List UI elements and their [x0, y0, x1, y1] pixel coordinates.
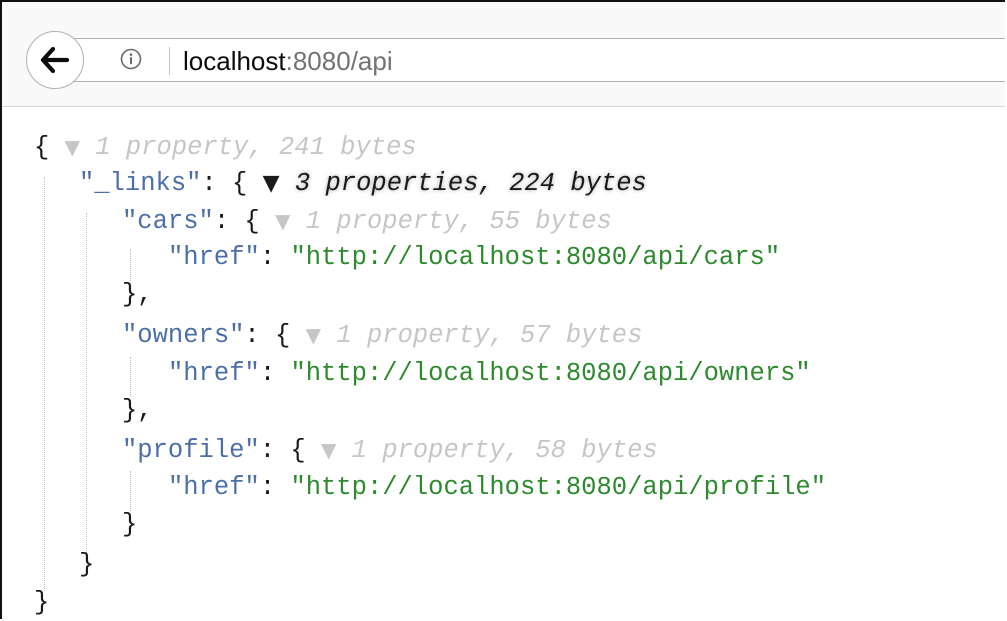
node-meta: 1 property, 58 bytes [351, 436, 658, 465]
indent-guide [44, 177, 45, 591]
punctuation: : [259, 359, 291, 388]
json-key: "owners" [122, 321, 245, 350]
triangle-down-icon[interactable]: ▼ [306, 323, 321, 347]
json-key: "profile" [122, 436, 260, 465]
json-line-root-open: { ▼ 1 property, 241 bytes [34, 129, 417, 165]
json-key: "href" [168, 243, 260, 272]
json-line-root-close: } [34, 585, 49, 619]
triangle-down-icon[interactable]: ▼ [263, 171, 280, 196]
browser-window: localhost:8080/api { ▼ 1 property, 241 b… [0, 0, 1005, 619]
json-line-owners-href: "href": "http://localhost:8080/api/owner… [168, 356, 811, 392]
brace: } [122, 510, 138, 539]
brace: } [79, 550, 95, 579]
triangle-down-icon[interactable]: ▼ [321, 438, 336, 462]
json-string-value[interactable]: "http://localhost:8080/api/owners" [290, 359, 810, 388]
brace: } [34, 588, 50, 617]
json-string-value[interactable]: "http://localhost:8080/api/cars" [290, 243, 780, 272]
json-line-owners[interactable]: "owners": { ▼ 1 property, 57 bytes [122, 317, 642, 353]
node-meta: 3 properties, 224 bytes [294, 169, 647, 198]
brace: }, [122, 396, 153, 425]
node-meta: 1 property, 57 bytes [336, 321, 643, 350]
indent-guide [86, 213, 87, 555]
json-key: "href" [168, 359, 260, 388]
back-button[interactable] [26, 31, 84, 89]
punctuation: : { [213, 207, 260, 236]
json-line-cars[interactable]: "cars": { ▼ 1 property, 55 bytes [122, 203, 612, 239]
json-line-cars-href: "href": "http://localhost:8080/api/cars" [168, 240, 780, 276]
indent-guide [130, 357, 131, 397]
punctuation: : [259, 243, 291, 272]
json-line-owners-close: }, [122, 393, 153, 429]
url-path: :8080/api [285, 46, 393, 76]
indent-guide [130, 471, 131, 511]
punctuation: : { [244, 321, 291, 350]
punctuation: : { [201, 169, 248, 198]
json-line-profile-href: "href": "http://localhost:8080/api/profi… [168, 470, 826, 506]
node-meta: 1 property, 55 bytes [305, 207, 612, 236]
punctuation: : { [259, 436, 306, 465]
json-key: "cars" [122, 207, 214, 236]
brace: { [34, 133, 50, 162]
json-line-links-close: } [79, 547, 94, 583]
triangle-down-icon[interactable]: ▼ [275, 209, 290, 233]
url-host: localhost [183, 46, 286, 76]
navigation-toolbar: localhost:8080/api [2, 2, 1005, 107]
punctuation: : [259, 473, 291, 502]
info-icon[interactable] [120, 48, 142, 70]
address-bar[interactable]: localhost:8080/api [66, 38, 1005, 82]
node-meta: 1 property, 241 bytes [95, 133, 417, 162]
json-line-cars-close: }, [122, 277, 153, 313]
json-line-profile-close: } [122, 507, 137, 543]
url-separator [169, 47, 170, 75]
brace: }, [122, 280, 153, 309]
json-string-value[interactable]: "http://localhost:8080/api/profile" [290, 473, 826, 502]
json-viewer: { ▼ 1 property, 241 bytes "_links": { ▼ … [4, 107, 1005, 619]
triangle-down-icon[interactable]: ▼ [65, 135, 80, 159]
json-line-profile[interactable]: "profile": { ▼ 1 property, 58 bytes [122, 432, 658, 468]
json-line-links[interactable]: "_links": { ▼ 3 properties, 224 bytes [79, 166, 647, 202]
json-key: "_links" [79, 169, 202, 198]
url-text[interactable]: localhost:8080/api [183, 46, 393, 76]
json-key: "href" [168, 473, 260, 502]
arrow-left-icon [40, 47, 70, 73]
